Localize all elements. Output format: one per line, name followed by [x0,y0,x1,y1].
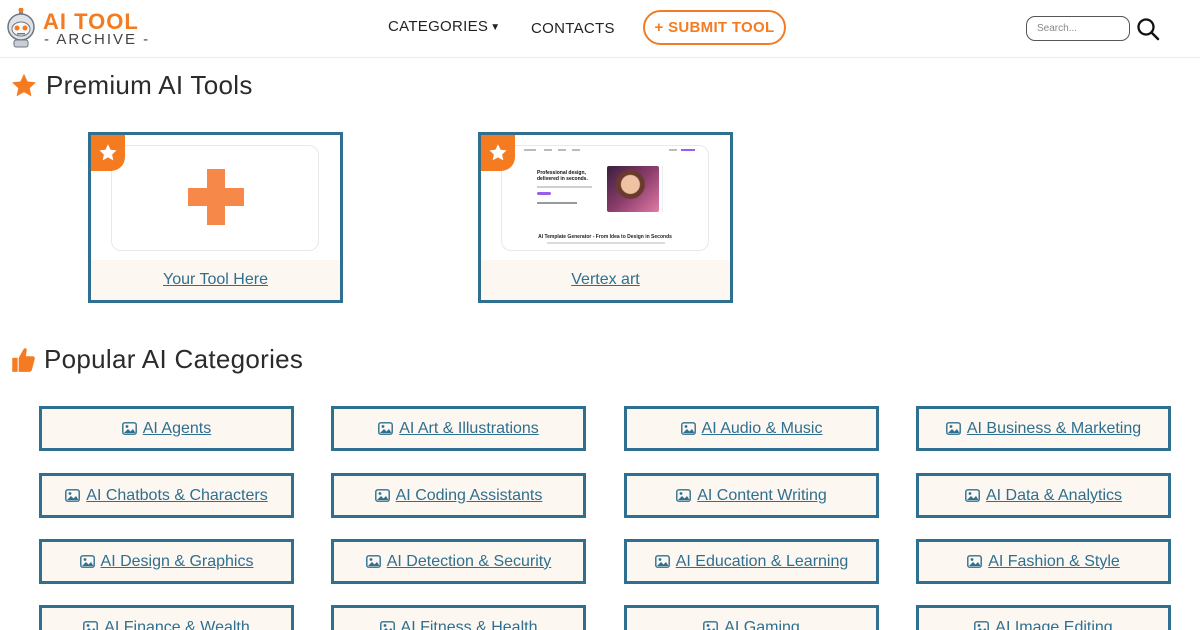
image-icon [680,422,696,435]
category-ai-art-illustrations[interactable]: AI Art & Illustrations [331,406,586,451]
star-icon [99,144,117,161]
image-icon [374,489,390,502]
category-label: AI Fitness & Health [400,618,538,630]
category-ai-fashion-style[interactable]: AI Fashion & Style [916,539,1171,584]
category-label: AI Education & Learning [675,552,849,570]
category-label: AI Content Writing [697,486,827,504]
preview-heading: Professional design, delivered in second… [537,170,588,182]
category-ai-audio-music[interactable]: AI Audio & Music [624,406,879,451]
image-icon [121,422,137,435]
popular-section-title: Popular AI Categories [10,344,303,375]
image-icon [378,422,394,435]
image-icon [945,422,961,435]
preview-stats [537,202,577,204]
premium-card-vertex-art[interactable]: Professional design, delivered in second… [478,132,733,303]
card-image [111,145,319,251]
premium-title-text: Premium AI Tools [46,70,253,100]
category-label: AI Coding Assistants [395,486,543,504]
category-ai-gaming[interactable]: AI Gaming [624,605,879,630]
category-label: AI Design & Graphics [100,552,254,570]
category-label: AI Detection & Security [386,552,552,570]
preview-cta [537,192,551,195]
category-ai-data-analytics[interactable]: AI Data & Analytics [916,473,1171,518]
category-label: AI Fashion & Style [988,552,1120,570]
image-icon [654,555,670,568]
nav-categories-label: CATEGORIES [388,18,489,35]
popular-title-text: Popular AI Categories [44,344,304,374]
category-label: AI Finance & Wealth [104,618,250,630]
category-ai-image-editing[interactable]: AI Image Editing [916,605,1171,630]
category-label: AI Business & Marketing [966,419,1142,437]
card-screenshot: Professional design, delivered in second… [501,145,709,251]
category-label: AI Chatbots & Characters [86,486,268,504]
category-ai-design-graphics[interactable]: AI Design & Graphics [39,539,294,584]
star-icon [11,73,37,96]
logo-subtitle: - ARCHIVE - [44,31,151,48]
category-label: AI Gaming [724,618,800,630]
premium-card-your-tool[interactable]: Your Tool Here [88,132,343,303]
category-ai-detection-security[interactable]: AI Detection & Security [331,539,586,584]
premium-section-title: Premium AI Tools [10,70,253,101]
premium-card-link[interactable]: Vertex art [571,271,639,289]
submit-tool-button[interactable]: + SUBMIT TOOL [643,10,786,45]
category-label: AI Agents [142,419,212,437]
image-icon [83,621,99,630]
category-label: AI Image Editing [995,618,1113,630]
premium-card-link[interactable]: Your Tool Here [163,271,268,289]
category-ai-fitness-health[interactable]: AI Fitness & Health [331,605,586,630]
category-ai-finance-wealth[interactable]: AI Finance & Wealth [39,605,294,630]
category-ai-chatbots-characters[interactable]: AI Chatbots & Characters [39,473,294,518]
preview-nav [514,149,695,153]
image-icon [974,621,990,630]
category-label: AI Art & Illustrations [399,419,539,437]
caret-down-icon: ▼ [490,22,501,33]
site-header: AI TOOL - ARCHIVE - CATEGORIES ▼ CONTACTS… [0,0,1200,58]
category-label: AI Data & Analytics [985,486,1123,504]
category-ai-content-writing[interactable]: AI Content Writing [624,473,879,518]
category-ai-education-learning[interactable]: AI Education & Learning [624,539,879,584]
preview-caption-line [547,242,665,244]
category-ai-coding-assistants[interactable]: AI Coding Assistants [331,473,586,518]
nav-categories[interactable]: CATEGORIES ▼ [388,18,500,35]
card-footer: Your Tool Here [91,260,340,300]
image-icon [703,621,719,630]
preview-sidebar [662,166,672,212]
thumbs-up-icon [12,347,35,372]
category-ai-agents[interactable]: AI Agents [39,406,294,451]
image-icon [676,489,692,502]
plus-icon [188,169,244,225]
image-icon [65,489,81,502]
card-footer: Vertex art [481,260,730,300]
image-icon [967,555,983,568]
image-icon [379,621,395,630]
site-logo[interactable]: AI TOOL - ARCHIVE - [5,6,165,50]
search-icon [1137,18,1160,41]
star-icon [489,144,507,161]
search-input[interactable] [1026,16,1130,41]
preview-portrait [607,166,659,212]
image-icon [965,489,980,502]
premium-badge [481,135,515,171]
preview-caption: AI Template Generator - From Idea to Des… [538,234,672,240]
image-icon [365,555,381,568]
category-label: AI Audio & Music [701,419,823,437]
category-ai-business-marketing[interactable]: AI Business & Marketing [916,406,1171,451]
premium-badge [91,135,125,171]
search-button[interactable] [1136,17,1160,41]
nav-contacts[interactable]: CONTACTS [531,20,615,37]
robot-icon [7,8,35,48]
logo-title: AI TOOL [43,9,139,34]
image-icon [79,555,95,568]
preview-text-line [537,186,592,188]
